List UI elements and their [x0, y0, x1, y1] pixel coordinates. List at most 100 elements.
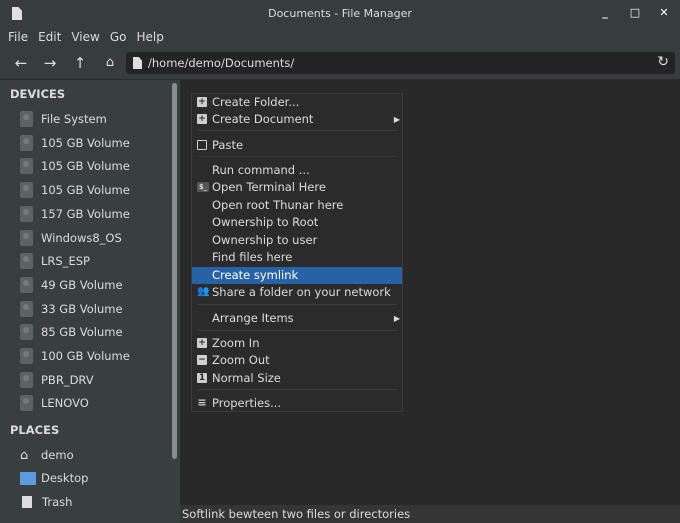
- status-bar: Softlink bewteen two files or directorie…: [180, 505, 680, 523]
- menu-help[interactable]: Help: [136, 30, 163, 44]
- reload-icon[interactable]: ↻: [657, 54, 669, 70]
- drive-icon: [20, 158, 33, 175]
- menu-label: Zoom Out: [212, 353, 270, 367]
- sidebar-item-label: PBR_DRV: [41, 372, 94, 387]
- menu-view[interactable]: View: [71, 30, 99, 44]
- location-bar[interactable]: /home/demo/Documents/ ↻: [126, 52, 675, 74]
- drive-icon: [20, 182, 33, 199]
- menu-item-zoom-out[interactable]: − Zoom Out: [192, 352, 402, 369]
- properties-icon: ≡: [197, 396, 207, 409]
- sidebar-item-label: 105 GB Volume: [41, 159, 130, 174]
- separator: [197, 389, 397, 390]
- sidebar-item-label: 85 GB Volume: [41, 325, 123, 340]
- home-icon[interactable]: ⌂: [102, 55, 118, 71]
- sidebar-item-device[interactable]: 85 GB Volume: [20, 322, 170, 342]
- sidebar-item-device[interactable]: PBR_DRV: [20, 370, 170, 390]
- devices-heading: DEVICES: [10, 87, 66, 101]
- menu-item-ownership-root[interactable]: Ownership to Root: [192, 214, 402, 231]
- drive-icon: [20, 371, 33, 388]
- menu-item-paste[interactable]: Paste: [192, 137, 402, 154]
- sidebar-item-device[interactable]: File System: [20, 109, 170, 129]
- sidebar-item-device[interactable]: LRS_ESP: [20, 251, 170, 271]
- terminal-icon: $_: [197, 182, 209, 192]
- zoom-out-icon: −: [197, 355, 207, 365]
- sidebar-item-label: 100 GB Volume: [41, 349, 130, 363]
- menu-item-run-command[interactable]: Run command ...: [192, 162, 402, 179]
- trash-icon: [22, 496, 32, 508]
- menu-item-open-terminal[interactable]: $_ Open Terminal Here: [192, 179, 402, 196]
- sidebar-item-device[interactable]: 105 GB Volume: [20, 133, 170, 153]
- sidebar-item-device[interactable]: 49 GB Volume: [20, 275, 170, 295]
- sidebar-item-trash[interactable]: Trash: [20, 492, 170, 512]
- menu-item-share-folder[interactable]: 👥 Share a folder on your network: [192, 284, 402, 301]
- sidebar-item-device[interactable]: 100 GB Volume: [20, 346, 170, 366]
- sidebar-item-label: 105 GB Volume: [41, 183, 130, 198]
- sidebar-item-device[interactable]: 105 GB Volume: [20, 180, 170, 200]
- menu-label: Open root Thunar here: [212, 198, 344, 212]
- forward-icon[interactable]: →: [42, 55, 58, 71]
- menu-item-find-files[interactable]: Find files here: [192, 249, 402, 266]
- sidebar-item-label: 157 GB Volume: [41, 206, 130, 221]
- desktop-icon: [20, 471, 36, 485]
- sidebar-item-device[interactable]: Windows8_OS: [20, 228, 170, 248]
- menu-edit[interactable]: Edit: [38, 30, 61, 44]
- separator: [197, 156, 397, 157]
- close-icon[interactable]: ✕: [657, 6, 671, 20]
- sidebar-item-device[interactable]: 157 GB Volume: [20, 204, 170, 224]
- drive-icon: [20, 134, 33, 151]
- drive-icon: [20, 324, 33, 341]
- sidebar-item-desktop[interactable]: Desktop: [20, 468, 170, 488]
- sidebar-item-device[interactable]: 105 GB Volume: [20, 156, 170, 176]
- sidebar-item-label: File System: [41, 112, 107, 126]
- menu-item-ownership-user[interactable]: Ownership to user: [192, 232, 402, 249]
- drive-icon: [20, 229, 33, 246]
- context-menu: + Create Folder... + Create Document ▶ Past…: [191, 93, 403, 412]
- menu-label: Arrange Items: [212, 311, 294, 325]
- sidebar-item-demo[interactable]: ⌂ demo: [20, 445, 170, 465]
- drive-icon: [20, 395, 33, 412]
- menu-item-normal-size[interactable]: 1 Normal Size: [192, 370, 402, 387]
- sidebar-item-label: Windows8_OS: [41, 230, 122, 245]
- sidebar-item-label: LENOVO: [41, 396, 89, 411]
- drive-icon: [20, 348, 33, 364]
- sidebar-item-label: 49 GB Volume: [41, 277, 123, 292]
- menu-item-properties[interactable]: ≡ Properties...: [192, 395, 402, 412]
- sidebar-item-label: demo: [41, 448, 74, 462]
- title-bar: Documents - File Manager _ □ ✕: [0, 0, 680, 27]
- menu-item-arrange-items[interactable]: Arrange Items ▶: [192, 310, 402, 327]
- drive-icon: [20, 111, 33, 127]
- menu-item-create-document[interactable]: + Create Document ▶: [192, 111, 402, 128]
- menu-item-open-root-thunar[interactable]: Open root Thunar here: [192, 197, 402, 214]
- maximize-icon[interactable]: □: [628, 6, 642, 20]
- separator: [197, 130, 397, 131]
- sidebar-item-label: Trash: [42, 495, 73, 509]
- menu-label: Normal Size: [212, 371, 281, 385]
- menu-label: Share a folder on your network: [212, 285, 391, 299]
- submenu-arrow-icon: ▶: [393, 115, 400, 124]
- home-icon: ⌂: [20, 447, 29, 463]
- menu-go[interactable]: Go: [110, 30, 127, 44]
- up-icon[interactable]: ↑: [72, 55, 88, 71]
- drive-icon: [20, 276, 33, 293]
- menu-file[interactable]: File: [8, 30, 28, 44]
- menu-item-create-symlink[interactable]: Create symlink: [192, 267, 402, 284]
- sidebar-item-label: LRS_ESP: [41, 254, 90, 269]
- sidebar-item-device[interactable]: 33 GB Volume: [20, 299, 170, 319]
- location-path[interactable]: /home/demo/Documents/: [148, 56, 294, 70]
- drive-icon: [20, 205, 33, 222]
- document-add-icon: +: [197, 114, 207, 124]
- minimize-icon[interactable]: _: [598, 6, 612, 20]
- sidebar-item-label: Desktop: [41, 471, 89, 485]
- menu-label: Create Folder...: [212, 95, 300, 109]
- menu-label: Find files here: [212, 250, 293, 264]
- sidebar-scrollbar[interactable]: [172, 83, 177, 459]
- separator: [197, 304, 397, 305]
- sidebar-item-device[interactable]: LENOVO: [20, 393, 170, 413]
- menu-item-create-folder[interactable]: + Create Folder...: [192, 94, 402, 111]
- menu-item-zoom-in[interactable]: + Zoom In: [192, 335, 402, 352]
- menu-label: Create symlink: [212, 268, 299, 282]
- menu-label: Ownership to user: [212, 233, 318, 247]
- users-icon: 👥: [197, 286, 210, 297]
- normal-size-icon: 1: [197, 373, 207, 383]
- back-icon[interactable]: ←: [13, 55, 29, 71]
